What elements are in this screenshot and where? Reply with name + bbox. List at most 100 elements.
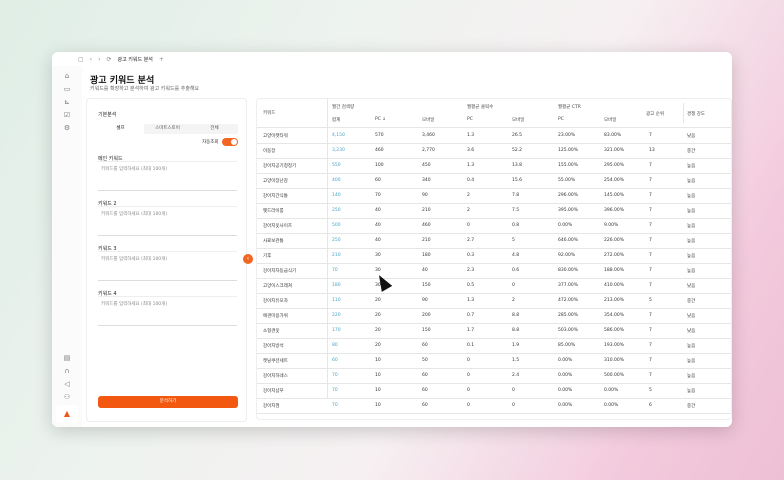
table-cell: 20 <box>375 313 381 318</box>
back-button[interactable]: ‹ <box>90 56 92 63</box>
keyword-cell[interactable]: 강아지유모차 <box>263 298 288 304</box>
table-cell: 450 <box>422 163 431 168</box>
keyword-cell[interactable]: 사료보관통 <box>263 238 284 244</box>
table-cell: 높음 <box>687 344 696 349</box>
keyword-cell[interactable]: 강아지하네스 <box>263 373 288 379</box>
reload-button[interactable]: ⟳ <box>106 56 111 63</box>
tab-all[interactable]: 전체 <box>191 124 238 134</box>
table-cell: 295.00% <box>604 163 625 168</box>
keyword-3-input[interactable]: 키워드를 입력하세요 (최대 100개) <box>98 251 237 281</box>
keyword-cell[interactable]: 고양이장난감 <box>263 178 288 184</box>
keyword-cell[interactable]: 펫드라이룸 <box>263 208 284 214</box>
col-pc-clicks[interactable]: PC <box>467 117 473 122</box>
row-divider <box>257 353 731 354</box>
table-cell: 0 <box>467 358 470 363</box>
keyword-cell[interactable]: 강아지옷사이즈 <box>263 223 292 229</box>
table-cell: 높음 <box>687 224 696 229</box>
keyword-cell[interactable]: 강아지껌 <box>263 403 280 409</box>
keyword-2-input[interactable]: 키워드를 입력하세요 (최대 100개) <box>98 206 237 236</box>
report-icon[interactable]: ☑ <box>63 111 71 119</box>
headset-icon[interactable]: ∩ <box>63 367 71 375</box>
table-cell: 7 <box>649 343 652 348</box>
megaphone-icon[interactable]: ◁ <box>63 380 71 388</box>
keyword-cell[interactable]: 이동장 <box>263 148 275 154</box>
table-cell: 23.00% <box>558 133 576 138</box>
table-cell: 낮음 <box>687 329 696 334</box>
col-pc-search[interactable]: PC ↓ <box>375 117 386 122</box>
tab-smartstore[interactable]: 스마트스토어 <box>144 124 191 134</box>
table-cell: 2.3 <box>467 268 475 273</box>
table-cell: 높음 <box>687 269 696 274</box>
table-cell: 193.00% <box>604 343 625 348</box>
table-cell: 높음 <box>687 254 696 259</box>
row-divider <box>257 323 731 324</box>
briefcase-icon[interactable]: ▭ <box>63 85 71 93</box>
table-cell: 210 <box>422 208 431 213</box>
main-keyword-input[interactable]: 키워드를 입력하세요 (최대 100개) <box>98 161 237 191</box>
table-cell: 2 <box>467 193 470 198</box>
col-keyword[interactable]: 키워드 <box>263 110 275 116</box>
table-cell: 5 <box>512 238 515 243</box>
table-cell: 150 <box>422 328 431 333</box>
keyword-cell[interactable]: 강아지공기청정기 <box>263 163 296 169</box>
col-total[interactable]: 합계 <box>332 117 340 123</box>
row-divider <box>257 248 731 249</box>
keyword-cell[interactable]: 강아지간식통 <box>263 193 288 199</box>
table-cell: 500.00% <box>604 373 625 378</box>
analyze-button[interactable]: 분석하기 <box>98 396 238 408</box>
col-mobile-search[interactable]: 모바일 <box>422 117 434 123</box>
table-cell: 높음 <box>687 359 696 364</box>
table-cell: 7 <box>649 253 652 258</box>
users-icon[interactable]: ⚇ <box>63 393 71 401</box>
table-cell: 30 <box>375 253 381 258</box>
keyword-cell[interactable]: 강아지방석 <box>263 343 284 349</box>
table-cell: 460 <box>422 223 431 228</box>
keyword-cell[interactable]: 고양이캣타워 <box>263 133 288 139</box>
table-cell: 높음 <box>687 164 696 169</box>
keyword-cell[interactable]: 캣닢쿠션세트 <box>263 358 288 364</box>
col-mobile-clicks[interactable]: 모바일 <box>512 117 524 123</box>
table-cell: 92.00% <box>558 253 576 258</box>
keyword-cell[interactable]: 고양이스크래쳐 <box>263 283 292 289</box>
table-cell: 20 <box>375 328 381 333</box>
keyword-4-input[interactable]: 키워드를 입력하세요 (최대 100개) <box>98 296 237 326</box>
table-cell: 83.00% <box>604 133 622 138</box>
table-cell: 7 <box>649 373 652 378</box>
sidebar-toggle-icon[interactable]: ▢ <box>78 56 84 63</box>
auto-toggle[interactable] <box>222 138 238 146</box>
keyword-cell[interactable]: 애견미용가위 <box>263 313 288 319</box>
forward-button[interactable]: › <box>98 56 100 63</box>
logo-icon: ▲ <box>56 405 78 423</box>
keyword-cell[interactable]: 강아지샴푸 <box>263 388 284 394</box>
table-cell: 285.00% <box>558 313 579 318</box>
col-competition[interactable]: 경쟁 강도 <box>687 111 705 117</box>
sidebar: ⌂ ▭ ⊾ ☑ ⚙ ▤ ∩ ◁ ⚇ ▲ <box>52 66 82 427</box>
chart-icon[interactable]: ⊾ <box>63 98 71 106</box>
row-divider <box>257 383 731 384</box>
table-cell: 210 <box>332 253 341 258</box>
col-mobile-ctr[interactable]: 모바일 <box>604 117 616 123</box>
table-cell: 1.3 <box>467 163 475 168</box>
table-cell: 396.00% <box>604 208 625 213</box>
row-divider <box>257 263 731 264</box>
keyword-cell[interactable]: 기후 <box>263 253 271 259</box>
keyword-cell[interactable]: 강아지자동급식기 <box>263 268 296 274</box>
keyword-cell[interactable]: 소형견옷 <box>263 328 280 334</box>
table-cell: 0.5 <box>467 283 475 288</box>
collapse-panel-button[interactable]: ‹ <box>243 254 253 264</box>
table-cell: 500 <box>332 223 341 228</box>
table-cell: 250 <box>332 238 341 243</box>
new-tab-button[interactable]: + <box>159 56 164 63</box>
home-icon[interactable]: ⌂ <box>63 72 71 80</box>
table-cell: 646.00% <box>558 238 579 243</box>
row-divider <box>257 233 731 234</box>
table-cell: 85.00% <box>558 343 576 348</box>
col-rank[interactable]: 광고 순위 <box>646 111 664 117</box>
row-divider <box>257 218 731 219</box>
settings-icon[interactable]: ⚙ <box>63 124 71 132</box>
col-pc-ctr[interactable]: PC <box>558 117 564 122</box>
tab-title[interactable]: 광고 키워드 분석 <box>118 56 153 63</box>
calendar-icon[interactable]: ▤ <box>63 354 71 362</box>
table-cell: 0.00% <box>604 388 619 393</box>
tab-self[interactable]: 셀프 <box>97 124 144 134</box>
